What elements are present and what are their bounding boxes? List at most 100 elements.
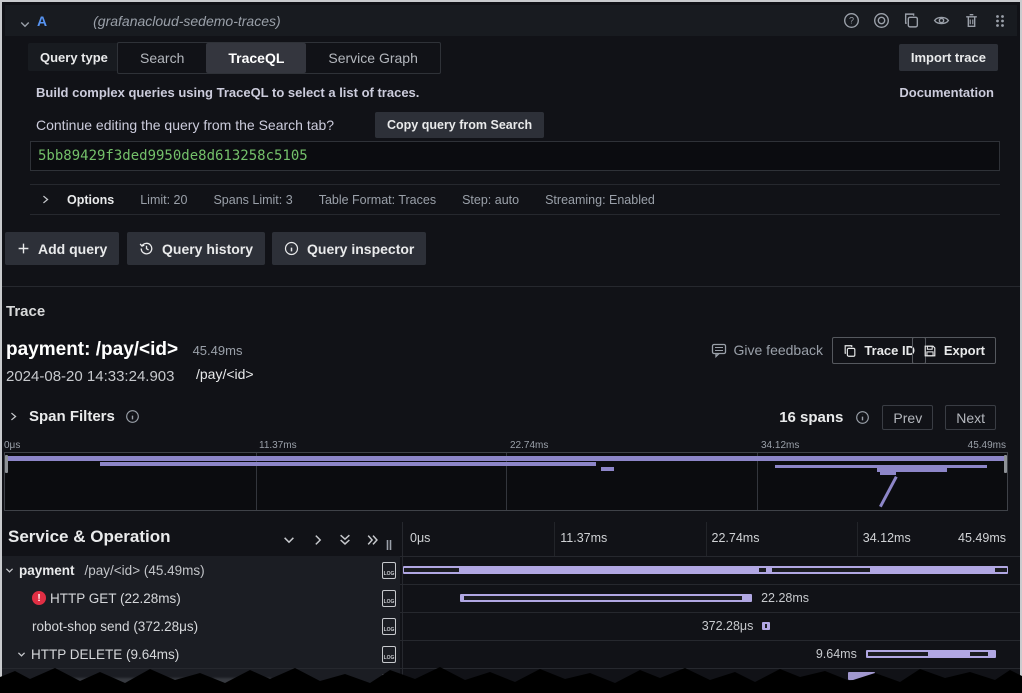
log-icon[interactable]: LOG bbox=[382, 618, 396, 635]
span-bar[interactable] bbox=[403, 566, 1008, 574]
history-icon bbox=[139, 241, 154, 256]
waterfall-header: Service & Operation 0μs 11.37ms 22.74ms … bbox=[2, 522, 1020, 557]
minimap-tick: 22.74ms bbox=[510, 440, 548, 451]
error-icon: ! bbox=[32, 591, 46, 605]
option-item: Table Format: Traces bbox=[319, 193, 436, 207]
option-item: Streaming: Enabled bbox=[545, 193, 655, 207]
span-bar[interactable] bbox=[866, 650, 996, 658]
span-operation-text: robot-shop send (372.28μs) bbox=[32, 619, 198, 634]
give-feedback-link[interactable]: Give feedback bbox=[711, 342, 824, 358]
span-row[interactable]: payment /pay/<id> (45.49ms) LOG bbox=[2, 556, 1020, 585]
expand-all-icon[interactable] bbox=[366, 533, 380, 547]
options-label: Options bbox=[67, 193, 114, 207]
span-operation-text: /pay/<id> (45.49ms) bbox=[85, 563, 205, 578]
query-inspector-button[interactable]: Query inspector bbox=[272, 232, 426, 265]
import-trace-button[interactable]: Import trace bbox=[899, 44, 998, 71]
minimap-span-bar bbox=[5, 456, 1007, 461]
log-icon[interactable]: LOG bbox=[382, 590, 396, 607]
log-icon[interactable]: LOG bbox=[382, 562, 396, 579]
query-history-button[interactable]: Query history bbox=[127, 232, 265, 265]
span-row[interactable]: ! HTTP GET (22.28ms) LOG 22.28ms bbox=[2, 584, 1020, 613]
trace-minimap[interactable] bbox=[4, 452, 1008, 511]
span-count: 16 spans bbox=[779, 409, 843, 426]
span-timeline-cell[interactable]: 372.28μs bbox=[403, 612, 1008, 640]
span-label-cell[interactable]: ! HTTP GET (22.28ms) LOG bbox=[2, 584, 400, 612]
tab-service-graph[interactable]: Service Graph bbox=[306, 43, 439, 73]
collapse-one-icon[interactable] bbox=[282, 533, 296, 547]
options-row[interactable]: Options Limit: 20 Spans Limit: 3 Table For… bbox=[30, 184, 1000, 215]
info-circle-icon bbox=[855, 410, 870, 425]
tab-traceql[interactable]: TraceQL bbox=[206, 43, 306, 73]
export-button[interactable]: Export bbox=[912, 337, 996, 364]
axis-tick: 11.37ms bbox=[560, 531, 607, 545]
span-expand-chevron-icon[interactable] bbox=[16, 649, 27, 660]
trace-duration: 45.49ms bbox=[193, 343, 243, 358]
minimap-diagonal-connector bbox=[879, 476, 898, 507]
copy-icon[interactable] bbox=[903, 12, 920, 29]
svg-text:?: ? bbox=[849, 16, 854, 26]
minimap-span-bar bbox=[880, 472, 896, 475]
minimap-tick: 34.12ms bbox=[761, 440, 799, 451]
trace-timestamp: 2024-08-20 14:33:24.903 bbox=[6, 368, 174, 385]
minimap-tick: 0μs bbox=[4, 440, 20, 451]
span-filters-toggle[interactable]: Span Filters bbox=[8, 408, 140, 425]
query-type-tabs: SearchTraceQLService Graph bbox=[117, 42, 441, 74]
query-ref-id[interactable]: A bbox=[37, 13, 47, 29]
span-label-cell[interactable]: robot-shop send (372.28μs) LOG bbox=[2, 612, 400, 640]
minimap-span-bar bbox=[601, 467, 614, 471]
minimap-axis: 0μs11.37ms22.74ms34.12ms45.49ms bbox=[0, 440, 1022, 452]
span-duration-label: 22.28ms bbox=[761, 591, 809, 605]
circle-icon[interactable] bbox=[873, 12, 890, 29]
continue-editing-text: Continue editing the query from the Sear… bbox=[36, 117, 334, 133]
eye-icon[interactable] bbox=[933, 12, 950, 29]
minimap-tick: 11.37ms bbox=[259, 440, 297, 451]
next-button[interactable]: Next bbox=[945, 405, 996, 430]
help-circle-icon[interactable]: ? bbox=[843, 12, 860, 29]
prev-button[interactable]: Prev bbox=[882, 405, 933, 430]
expand-one-icon[interactable] bbox=[311, 533, 325, 547]
save-icon bbox=[923, 344, 937, 358]
query-type-label: Query type bbox=[28, 43, 120, 71]
trash-icon[interactable] bbox=[963, 12, 980, 29]
plus-icon bbox=[17, 242, 30, 255]
span-row[interactable]: robot-shop send (372.28μs) LOG 372.28μs bbox=[2, 612, 1020, 641]
span-label-cell[interactable]: payment /pay/<id> (45.49ms) LOG bbox=[2, 556, 400, 584]
copy-query-from-search-button[interactable]: Copy query from Search bbox=[375, 112, 544, 138]
add-query-button[interactable]: Add query bbox=[5, 232, 119, 265]
documentation-link[interactable]: Documentation bbox=[899, 85, 994, 100]
copy-id-icon bbox=[843, 344, 857, 358]
span-duration-label: 372.28μs bbox=[702, 619, 754, 633]
collapse-query-chevron-icon[interactable] bbox=[19, 18, 31, 30]
info-circle-icon bbox=[284, 241, 299, 256]
axis-tick: 0μs bbox=[410, 531, 430, 545]
minimap-right-handle[interactable] bbox=[1004, 455, 1007, 473]
collapse-all-icon[interactable] bbox=[338, 533, 352, 547]
tab-search[interactable]: Search bbox=[118, 43, 206, 73]
options-chevron-icon[interactable] bbox=[40, 194, 51, 205]
service-operation-header: Service & Operation bbox=[8, 527, 171, 547]
span-bar[interactable] bbox=[762, 622, 769, 630]
info-circle-icon bbox=[125, 409, 140, 424]
span-expand-chevron-icon[interactable] bbox=[4, 565, 15, 576]
option-item: Spans Limit: 3 bbox=[213, 193, 292, 207]
torn-edge bbox=[0, 659, 1022, 693]
option-item: Limit: 20 bbox=[140, 193, 187, 207]
span-filters-chevron-icon bbox=[8, 411, 19, 422]
drag-handle-icon[interactable] bbox=[993, 13, 1007, 29]
span-timeline-cell[interactable]: 22.28ms bbox=[403, 584, 1008, 612]
traceql-query-editor[interactable]: 5bb89429f3ded9950de8d613258c5105 bbox=[30, 141, 1000, 171]
datasource-name: (grafanacloud-sedemo-traces) bbox=[93, 13, 281, 29]
query-row-header: A (grafanacloud-sedemo-traces) ? bbox=[5, 5, 1017, 36]
traceql-hint-text: Build complex queries using TraceQL to s… bbox=[36, 85, 419, 100]
span-operation-text: HTTP GET (22.28ms) bbox=[50, 591, 181, 606]
axis-tick: 34.12ms bbox=[863, 531, 911, 545]
comment-icon bbox=[711, 342, 727, 358]
grafana-traceql-view: A (grafanacloud-sedemo-traces) ? Qu bbox=[0, 0, 1022, 693]
span-bar[interactable] bbox=[460, 594, 752, 602]
axis-tick: 22.74ms bbox=[712, 531, 760, 545]
option-item: Step: auto bbox=[462, 193, 519, 207]
minimap-left-handle[interactable] bbox=[5, 455, 8, 473]
span-timeline-cell[interactable] bbox=[403, 556, 1008, 584]
column-resize-handle[interactable] bbox=[385, 540, 393, 550]
trace-panel-title: Trace bbox=[6, 303, 45, 320]
